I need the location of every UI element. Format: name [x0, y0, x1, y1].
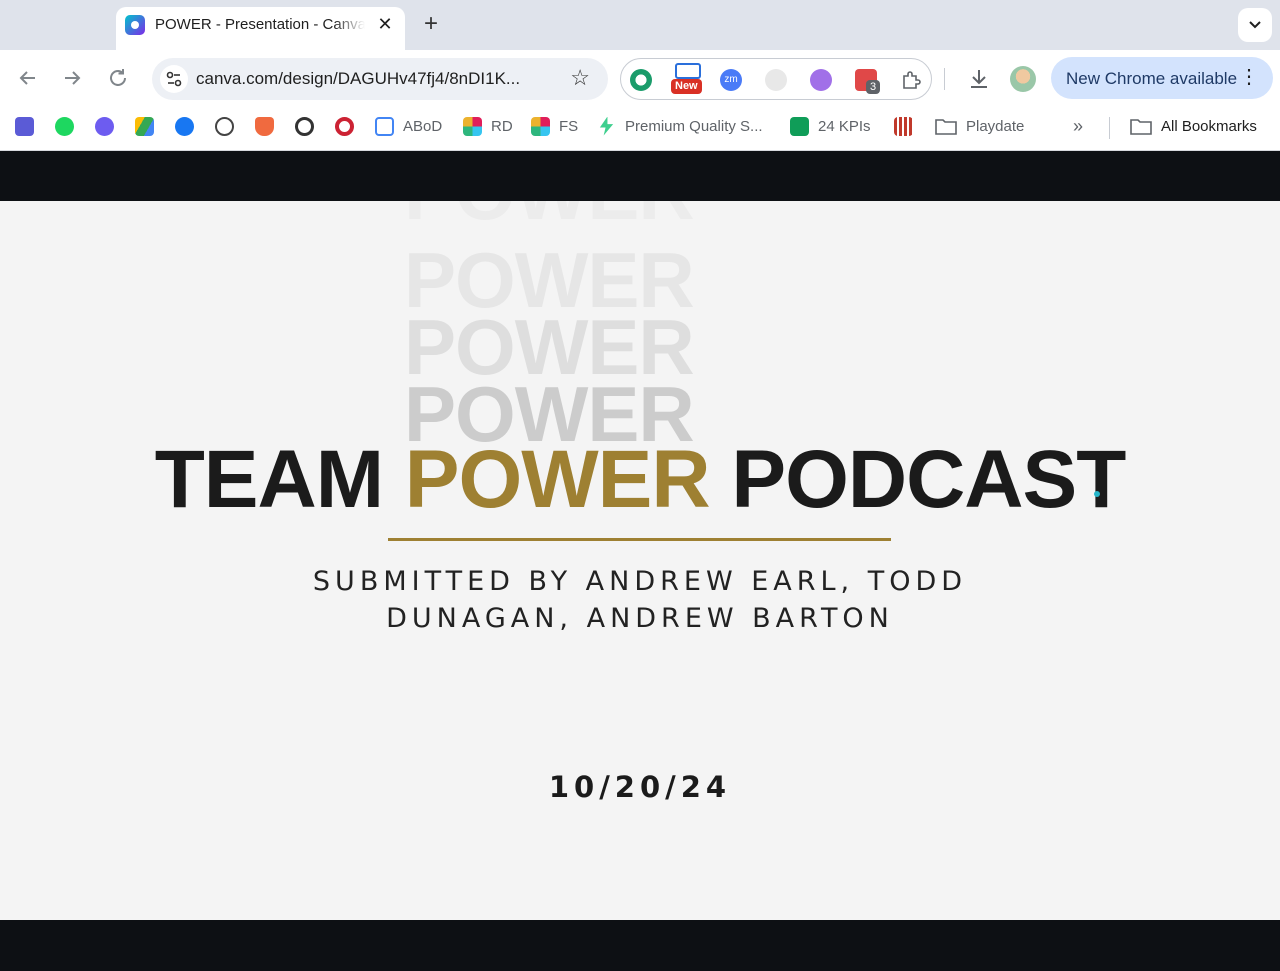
- count-badge: 3: [866, 80, 881, 94]
- power-icon: [295, 116, 314, 136]
- toolbar-divider: [944, 68, 945, 90]
- shield-icon: [255, 116, 274, 136]
- folder-icon: [1130, 119, 1152, 135]
- folder-icon: [935, 119, 957, 135]
- extensions-group: New zm 3: [620, 58, 932, 100]
- bookmark-label: ABoD: [403, 117, 443, 135]
- hi-extension-icon[interactable]: [765, 69, 787, 91]
- bookmark-label: 24 KPIs: [818, 117, 871, 135]
- pointer-cursor: [1094, 491, 1100, 497]
- slack-icon: [531, 116, 550, 136]
- slide-date: 10/20/24: [548, 770, 732, 804]
- bookmarks-bar: ABoD RD FS Premium Quality S... 24 KPIs …: [0, 106, 1280, 151]
- sheets-icon: [790, 116, 809, 136]
- update-label: New Chrome available: [1066, 69, 1238, 88]
- title-part-power: POWER: [404, 434, 711, 525]
- download-icon[interactable]: [966, 66, 992, 92]
- drive-icon: [135, 116, 154, 136]
- puzzle-icon[interactable]: [900, 69, 922, 91]
- asterisk-icon: [95, 116, 114, 136]
- forward-icon[interactable]: [60, 66, 84, 90]
- tab-search-button[interactable]: [1238, 8, 1272, 42]
- site-info-icon[interactable]: [160, 65, 188, 93]
- bookmarks-overflow-button[interactable]: »: [1073, 115, 1083, 137]
- dashboard-icon: [15, 116, 34, 136]
- url-text[interactable]: canva.com/design/DAGUHv47fj4/8nDI1K...: [196, 69, 520, 89]
- spotify-icon: [55, 116, 74, 136]
- tab-strip: POWER - Presentation - Canva ✕ +: [0, 0, 1280, 50]
- canva-icon: [125, 15, 145, 35]
- all-bookmarks-button[interactable]: All Bookmarks: [1130, 115, 1257, 137]
- title-part-podcast: PODCAST: [709, 434, 1126, 525]
- bookmark-item[interactable]: [175, 115, 194, 137]
- title-underline: [388, 538, 891, 541]
- tab-title: POWER - Presentation - Canva: [155, 16, 365, 33]
- back-icon[interactable]: [16, 66, 40, 90]
- bookmark-item[interactable]: [95, 115, 114, 137]
- bookmark-folder-playdate[interactable]: Playdate: [935, 115, 1024, 137]
- bookmark-item[interactable]: [335, 115, 354, 137]
- chevron-down-icon: [1249, 21, 1261, 29]
- profile-avatar[interactable]: [1010, 66, 1036, 92]
- bolt-icon: [599, 116, 614, 136]
- kebab-menu-icon[interactable]: ⋮: [1239, 67, 1259, 87]
- grammar-extension-icon[interactable]: [630, 69, 652, 91]
- opera-icon: [335, 116, 354, 136]
- bookmark-star-icon[interactable]: ☆: [570, 67, 590, 89]
- bookmark-premium[interactable]: Premium Quality S...: [597, 115, 763, 137]
- all-bookmarks-label: All Bookmarks: [1161, 117, 1257, 135]
- facebook-icon: [175, 116, 194, 136]
- bookmark-item[interactable]: [15, 115, 34, 137]
- bookmarks-divider: [1109, 117, 1110, 139]
- bookmark-item[interactable]: [55, 115, 74, 137]
- bookmark-fs[interactable]: FS: [531, 115, 578, 137]
- bookmark-label: FS: [559, 117, 579, 135]
- bookmark-abod[interactable]: ABoD: [375, 115, 442, 137]
- tab-canva[interactable]: POWER - Presentation - Canva ✕: [116, 7, 405, 50]
- bookmark-label: Playdate: [966, 117, 1025, 135]
- bookmark-item[interactable]: [894, 115, 913, 137]
- calendar-icon: [375, 116, 394, 136]
- presentation-slide[interactable]: POWER POWER POWER POWER TEAM POWER PODCA…: [0, 201, 1280, 920]
- bookmark-label: RD: [491, 117, 513, 135]
- new-tab-button[interactable]: +: [418, 10, 444, 38]
- bookmark-rd[interactable]: RD: [463, 115, 513, 137]
- zoom-extension-icon[interactable]: zm: [720, 69, 742, 91]
- bookmark-item[interactable]: [255, 115, 274, 137]
- slide-subtitle: SUBMITTED BY ANDREW EARL, TODD DUNAGAN, …: [312, 566, 968, 634]
- letterbox-bottom: [0, 920, 1280, 971]
- update-chrome-button[interactable]: New Chrome available ⋮: [1051, 57, 1273, 99]
- bookmark-kpis[interactable]: 24 KPIs: [790, 115, 871, 137]
- slack-icon: [463, 116, 482, 136]
- overflow-icon: »: [1073, 115, 1084, 136]
- gear-extension-icon[interactable]: [810, 69, 832, 91]
- slide-title: TEAM POWER PODCAST: [0, 437, 1280, 523]
- bookmark-item[interactable]: [135, 115, 154, 137]
- letterbox-top: [0, 151, 1280, 201]
- grid-icon: [894, 116, 913, 136]
- screen-extension-icon[interactable]: [675, 63, 701, 79]
- bookmark-item[interactable]: [215, 115, 234, 137]
- bookmark-label: Premium Quality S...: [625, 117, 763, 135]
- title-part-team: TEAM: [154, 434, 405, 525]
- address-bar[interactable]: canva.com/design/DAGUHv47fj4/8nDI1K... ☆: [152, 58, 608, 100]
- new-badge: New: [671, 79, 702, 94]
- bookmark-item[interactable]: [295, 115, 314, 137]
- close-tab-icon[interactable]: ✕: [375, 14, 395, 34]
- echo-word: POWER: [404, 201, 695, 231]
- openai-icon: [215, 116, 234, 136]
- reload-icon[interactable]: [106, 66, 130, 90]
